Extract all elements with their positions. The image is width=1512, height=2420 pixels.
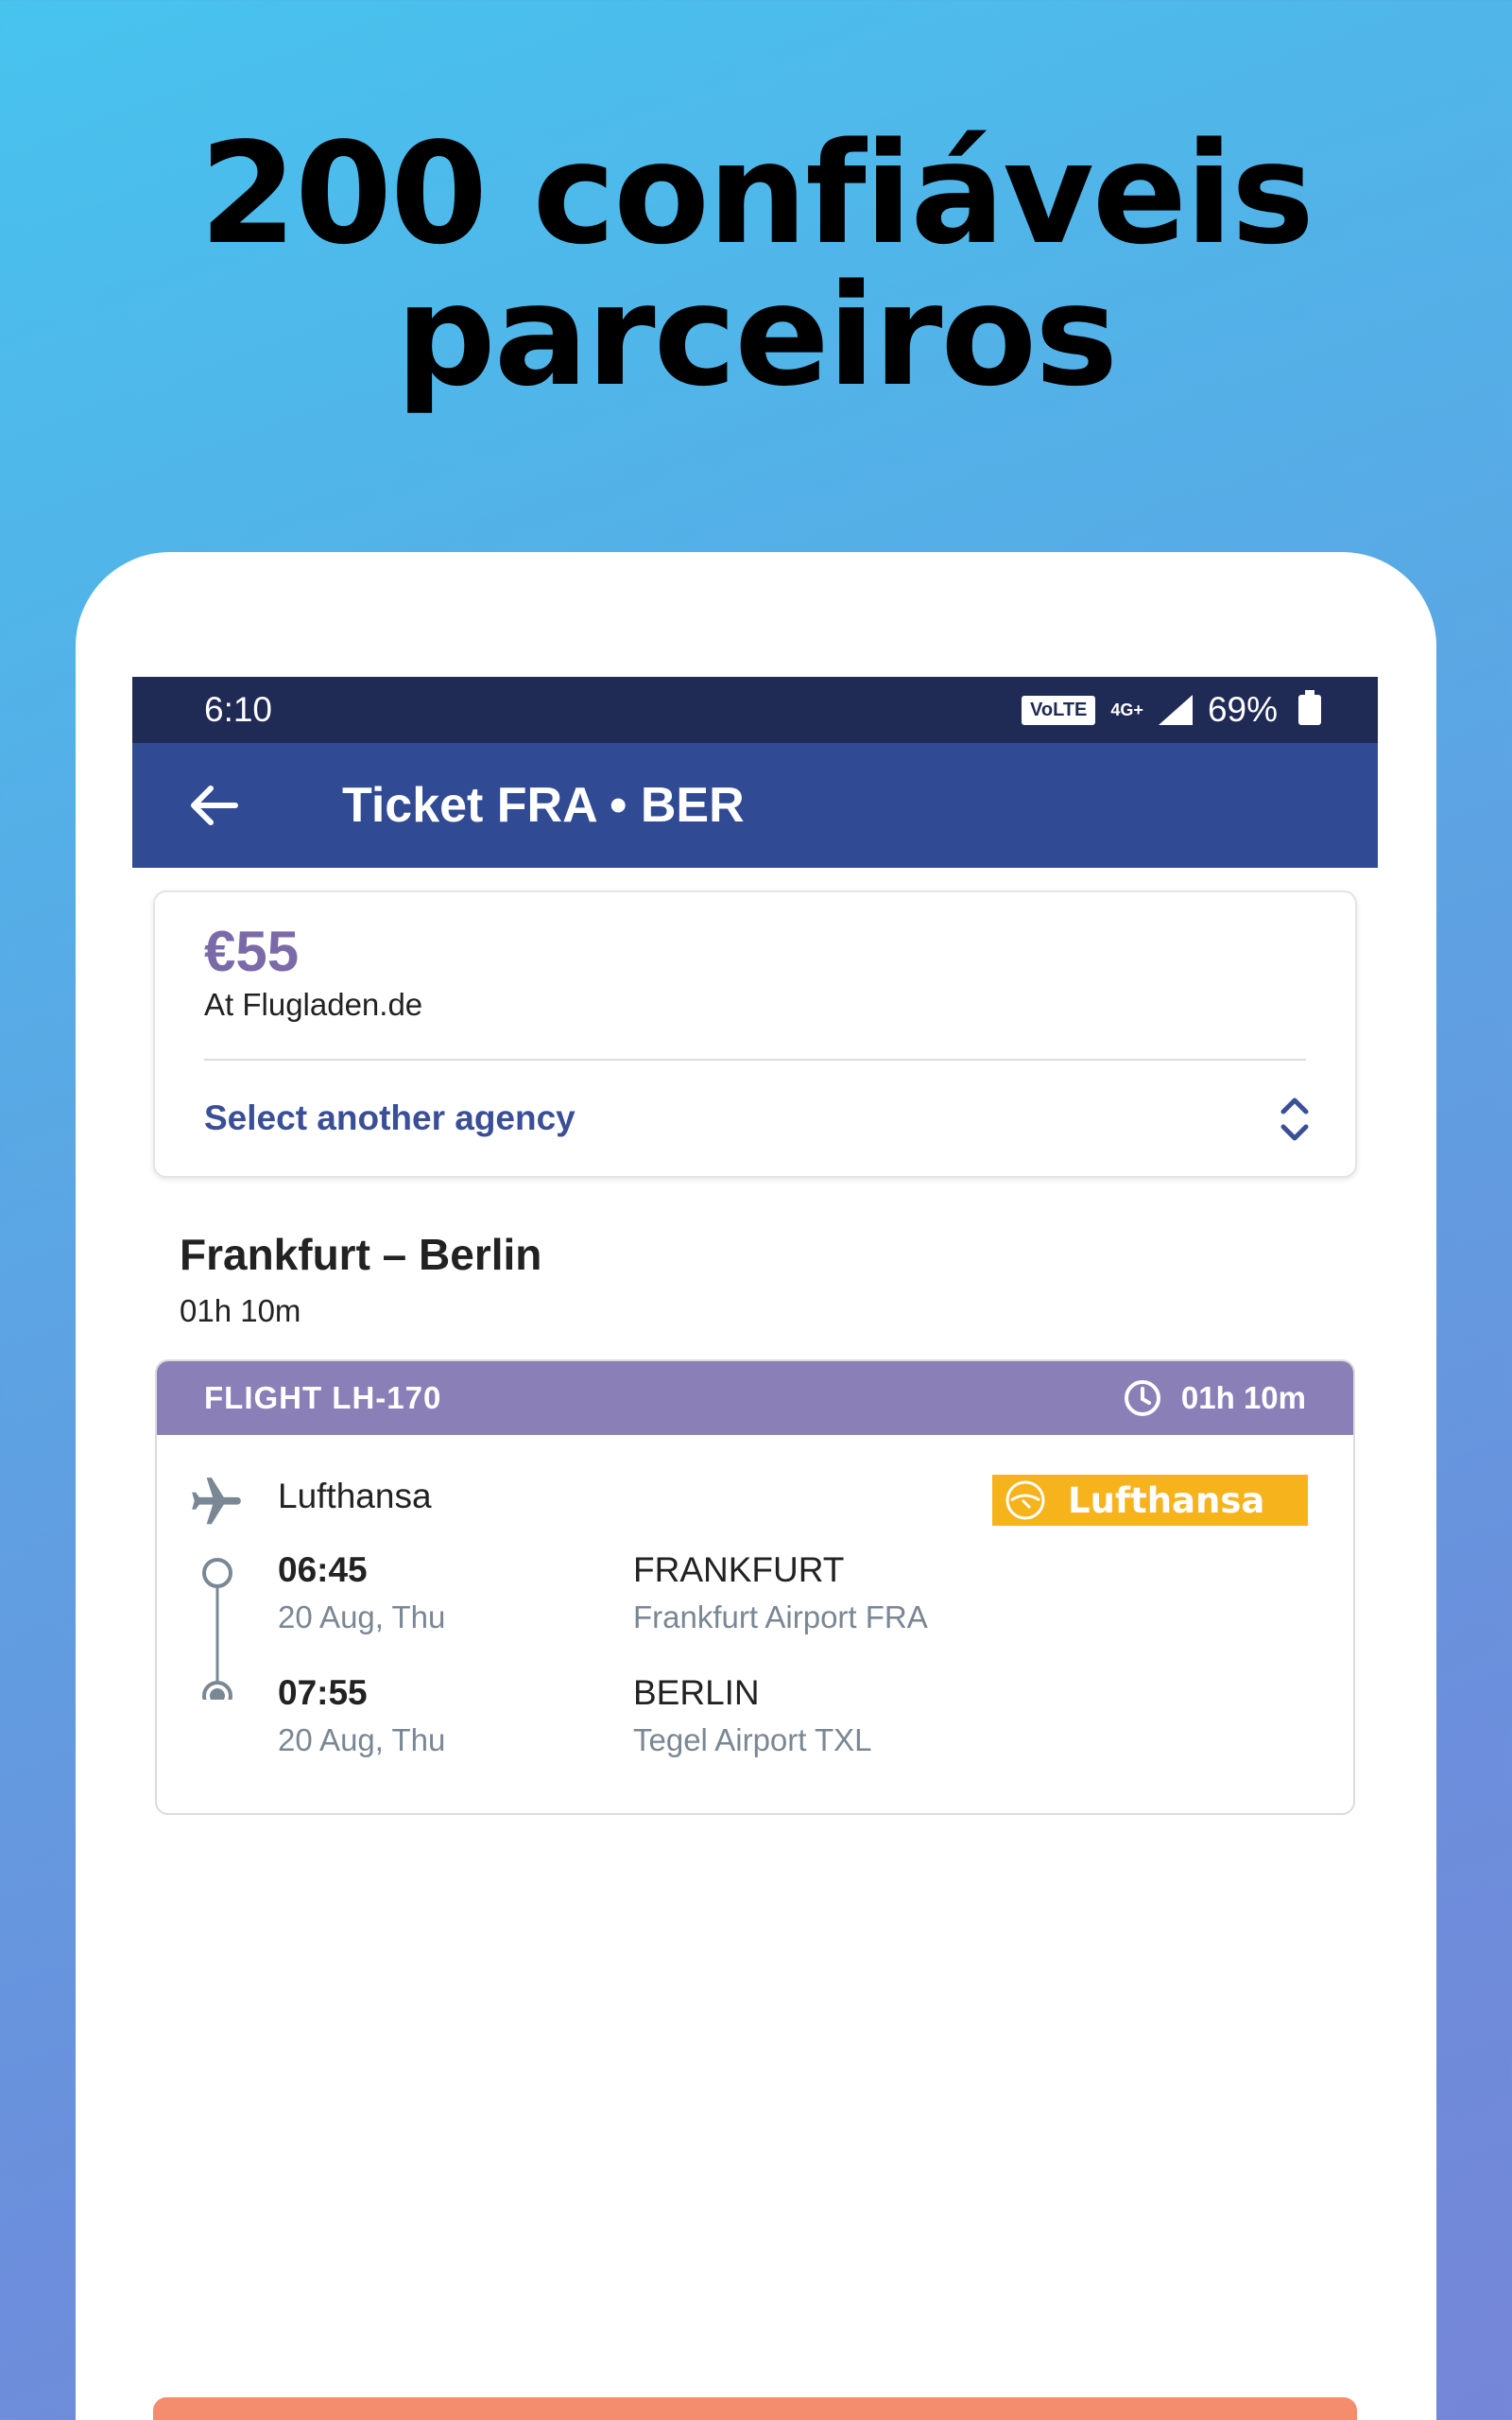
flight-timeline: [202, 1558, 232, 1700]
flight-header: FLIGHT LH-170 01h 10m: [157, 1361, 1353, 1435]
select-agency-button[interactable]: Select another agency: [204, 1098, 576, 1138]
flight-duration: 01h 10m: [1180, 1380, 1306, 1415]
airline-name: Lufthansa: [278, 1477, 432, 1515]
departure-time: 06:45: [278, 1550, 368, 1589]
route-title: Frankfurt – Berlin: [180, 1230, 542, 1279]
signal-icon: [1158, 695, 1193, 725]
promo-line-1: 200 confiáveis: [199, 112, 1314, 275]
promo-line-2: parceiros: [395, 254, 1118, 417]
agency-name: At Flugladen.de: [204, 987, 423, 1022]
arrival-city: BERLIN: [633, 1673, 760, 1712]
airline-logo-text: Lufthansa: [1068, 1479, 1265, 1521]
buy-ticket-button[interactable]: [153, 2397, 1357, 2420]
expand-collapse-icon[interactable]: [1276, 1095, 1314, 1144]
departure-date: 20 Aug, Thu: [278, 1599, 446, 1634]
departure-city: FRANKFURT: [633, 1550, 845, 1589]
volte-icon: VoLTE: [1022, 695, 1096, 725]
divider: [204, 1059, 1306, 1061]
flight-number: FLIGHT LH-170: [204, 1380, 442, 1415]
crane-logo-icon: [1005, 1480, 1045, 1520]
airline-logo: Lufthansa: [992, 1475, 1308, 1526]
ticket-price: €55: [204, 920, 300, 983]
battery-icon: [1298, 690, 1321, 725]
status-bar: 6:10 VoLTE 4G+ 69%: [132, 677, 1378, 743]
arrival-date: 20 Aug, Thu: [278, 1722, 446, 1757]
departure-airport: Frankfurt Airport FRA: [633, 1599, 928, 1634]
app-bar: Ticket FRA • BER: [132, 743, 1378, 868]
battery-percent: 69%: [1207, 690, 1278, 729]
flight-card: FLIGHT LH-170 01h 10m Lufthansa Lufthans…: [155, 1359, 1355, 1815]
arrival-airport: Tegel Airport TXL: [633, 1722, 872, 1757]
arrival-time: 07:55: [278, 1673, 368, 1712]
clock-icon: [1124, 1380, 1160, 1416]
route-duration: 01h 10m: [180, 1293, 301, 1328]
promo-headline: 200 confiáveis parceiros: [0, 123, 1512, 406]
airplane-icon: [192, 1478, 241, 1525]
network-type: 4G+: [1110, 700, 1143, 719]
page-title: Ticket FRA • BER: [342, 778, 745, 833]
app-screen: 6:10 VoLTE 4G+ 69% Ticket FRA • BER €55 …: [132, 677, 1378, 2420]
price-card: €55 At Flugladen.de Select another agenc…: [153, 890, 1357, 1178]
back-arrow-icon[interactable]: [185, 777, 242, 834]
status-time: 6:10: [204, 690, 273, 729]
